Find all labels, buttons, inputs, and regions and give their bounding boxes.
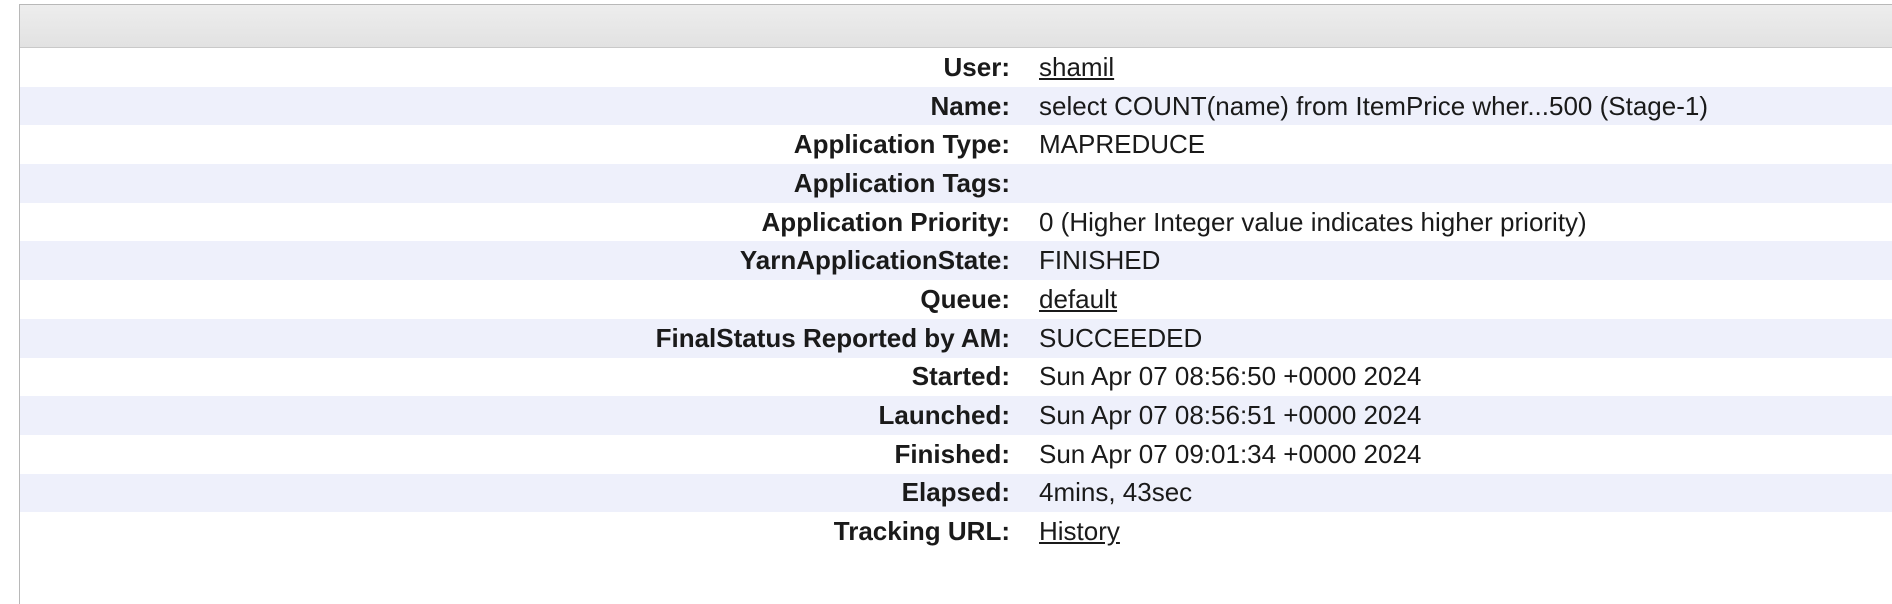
finished-label: Finished: bbox=[894, 438, 1010, 469]
started-label: Started: bbox=[911, 361, 1010, 392]
yarn-application-state-value: FINISHED bbox=[1039, 245, 1161, 276]
launched-value-cell: Sun Apr 07 08:56:51 +0000 2024 bbox=[1039, 396, 1892, 435]
application-tags-label: Application Tags: bbox=[793, 167, 1010, 198]
started-value-cell: Sun Apr 07 08:56:50 +0000 2024 bbox=[1039, 358, 1892, 397]
yarn-application-state-value-cell: FINISHED bbox=[1039, 241, 1892, 280]
info-row-tracking-url: Tracking URL: History bbox=[20, 512, 1892, 551]
info-table-body: User: shamil Name: select COUNT(name) from … bbox=[20, 48, 1892, 551]
queue-value-cell: default bbox=[1039, 280, 1892, 319]
name-value: select COUNT(name) from ItemPrice wher..… bbox=[1039, 90, 1708, 121]
queue-label: Queue: bbox=[920, 283, 1010, 314]
application-info-table: User: shamil Name: select COUNT(name) from … bbox=[20, 48, 1892, 551]
application-priority-label: Application Priority: bbox=[761, 206, 1010, 237]
info-row-yarn-application-state: YarnApplicationState: FINISHED bbox=[20, 241, 1892, 281]
info-row-queue: Queue: default bbox=[20, 280, 1892, 319]
user-label: User: bbox=[943, 51, 1010, 82]
launched-value: Sun Apr 07 08:56:51 +0000 2024 bbox=[1039, 400, 1422, 431]
final-status-value-cell: SUCCEEDED bbox=[1039, 319, 1892, 358]
user-link[interactable]: shamil bbox=[1039, 52, 1114, 82]
final-status-value: SUCCEEDED bbox=[1039, 322, 1203, 353]
info-row-started: Started: Sun Apr 07 08:56:50 +0000 2024 bbox=[20, 357, 1892, 397]
name-label: Name: bbox=[930, 90, 1010, 121]
panel-header bbox=[20, 5, 1892, 48]
elapsed-label: Elapsed: bbox=[901, 477, 1010, 508]
info-row-application-type: Application Type: MAPREDUCE bbox=[20, 125, 1892, 165]
info-row-finished: Finished: Sun Apr 07 09:01:34 +0000 2024 bbox=[20, 434, 1892, 474]
started-value: Sun Apr 07 08:56:50 +0000 2024 bbox=[1039, 361, 1422, 392]
finished-value: Sun Apr 07 09:01:34 +0000 2024 bbox=[1039, 438, 1422, 469]
application-tags-value-cell bbox=[1039, 164, 1892, 203]
info-row-elapsed: Elapsed: 4mins, 43sec bbox=[20, 473, 1892, 513]
info-row-launched: Launched: Sun Apr 07 08:56:51 +0000 2024 bbox=[20, 396, 1892, 435]
tracking-url-link[interactable]: History bbox=[1039, 516, 1120, 546]
elapsed-value: 4mins, 43sec bbox=[1039, 477, 1193, 508]
yarn-application-state-label: YarnApplicationState: bbox=[739, 245, 1010, 276]
info-row-application-priority: Application Priority: 0 (Higher Integer v… bbox=[20, 202, 1892, 242]
finished-value-cell: Sun Apr 07 09:01:34 +0000 2024 bbox=[1039, 435, 1892, 474]
queue-link[interactable]: default bbox=[1039, 284, 1117, 314]
info-row-user: User: shamil bbox=[20, 48, 1892, 87]
application-overview-panel: User: shamil Name: select COUNT(name) from … bbox=[19, 4, 1892, 604]
launched-label: Launched: bbox=[878, 400, 1010, 431]
name-value-cell: select COUNT(name) from ItemPrice wher..… bbox=[1039, 87, 1892, 126]
application-type-label: Application Type: bbox=[793, 129, 1010, 160]
info-row-final-status: FinalStatus Reported by AM: SUCCEEDED bbox=[20, 318, 1892, 358]
application-priority-value: 0 (Higher Integer value indicates higher… bbox=[1039, 206, 1587, 237]
application-type-value-cell: MAPREDUCE bbox=[1039, 125, 1892, 164]
info-row-application-tags: Application Tags: bbox=[20, 164, 1892, 203]
info-row-name: Name: select COUNT(name) from ItemPrice w… bbox=[20, 86, 1892, 126]
elapsed-value-cell: 4mins, 43sec bbox=[1039, 474, 1892, 513]
application-priority-value-cell: 0 (Higher Integer value indicates higher… bbox=[1039, 203, 1892, 242]
application-type-value: MAPREDUCE bbox=[1039, 129, 1206, 160]
user-value-cell: shamil bbox=[1039, 48, 1892, 87]
tracking-url-label: Tracking URL: bbox=[833, 516, 1010, 547]
final-status-label: FinalStatus Reported by AM: bbox=[655, 322, 1010, 353]
tracking-url-value-cell: History bbox=[1039, 512, 1892, 551]
